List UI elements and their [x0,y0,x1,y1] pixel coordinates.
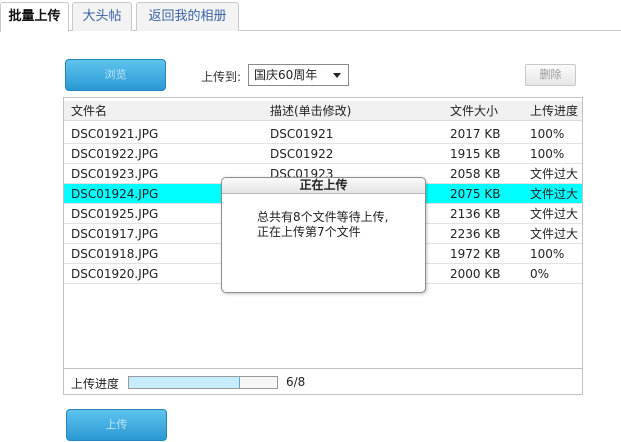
upload-progress-bar [128,376,278,389]
upload-progress-fill [129,377,240,388]
header-filename: 文件名 [71,104,108,118]
dialog-title: 正在上传 [222,178,425,194]
header-description: 描述(单击修改) [270,104,352,118]
row-filesize: 2058 KB [450,167,501,181]
row-filesize: 2000 KB [450,267,501,281]
table-row[interactable]: DSC01922.JPG DSC01922 1915 KB 100% [64,144,582,164]
row-filename: DSC01922.JPG [71,147,159,161]
row-progress: 文件过大 [530,167,579,181]
table-row[interactable]: DSC01921.JPG DSC01921 2017 KB 100% [64,124,582,144]
tab-bar: 批量上传 大头帖 返回我的相册 [0,0,621,32]
browse-button[interactable]: 浏览 [65,59,166,91]
row-progress: 文件过大 [530,227,579,241]
tab-batch-upload[interactable]: 批量上传 [0,2,69,32]
dialog-message: 总共有8个文件等待上传, 正在上传第7个文件 [257,210,388,240]
tab-big-head-sticker[interactable]: 大头帖 [72,2,132,31]
upload-progress-label: 上传进度 [71,377,120,391]
tab-back-to-album[interactable]: 返回我的相册 [136,2,239,31]
album-select[interactable]: 国庆60周年 [248,64,349,86]
album-select-value: 国庆60周年 [254,68,318,82]
row-progress: 100% [530,147,565,161]
row-progress: 0% [530,267,550,281]
row-filesize: 2017 KB [450,127,501,141]
delete-button[interactable]: 删除 [525,64,576,86]
row-progress: 文件过大 [530,207,579,221]
row-filesize: 2075 KB [450,187,501,201]
header-progress: 上传进度 [530,104,579,118]
row-filename: DSC01921.JPG [71,127,159,141]
row-description[interactable]: DSC01922 [270,144,445,164]
row-filesize: 2136 KB [450,207,501,221]
row-filesize: 1915 KB [450,147,501,161]
dialog-message-line2: 正在上传第7个文件 [257,225,361,239]
row-filesize: 2236 KB [450,227,501,241]
upload-button[interactable]: 上传 [66,409,167,441]
upload-progress-area: 上传进度 6/8 [64,368,582,394]
dialog-message-line1: 总共有8个文件等待上传, [257,210,389,224]
row-progress: 文件过大 [530,187,579,201]
header-filesize: 文件大小 [450,104,499,118]
chevron-down-icon [333,73,341,78]
upload-to-label: 上传到: [201,70,242,84]
upload-progress-count: 6/8 [286,375,306,389]
row-filesize: 1972 KB [450,247,501,261]
row-progress: 100% [530,127,565,141]
row-progress: 100% [530,247,565,261]
table-header: 文件名 描述(单击修改) 文件大小 上传进度 [64,101,582,121]
row-description[interactable]: DSC01921 [270,124,445,144]
uploading-dialog: 正在上传 总共有8个文件等待上传, 正在上传第7个文件 [221,177,426,293]
